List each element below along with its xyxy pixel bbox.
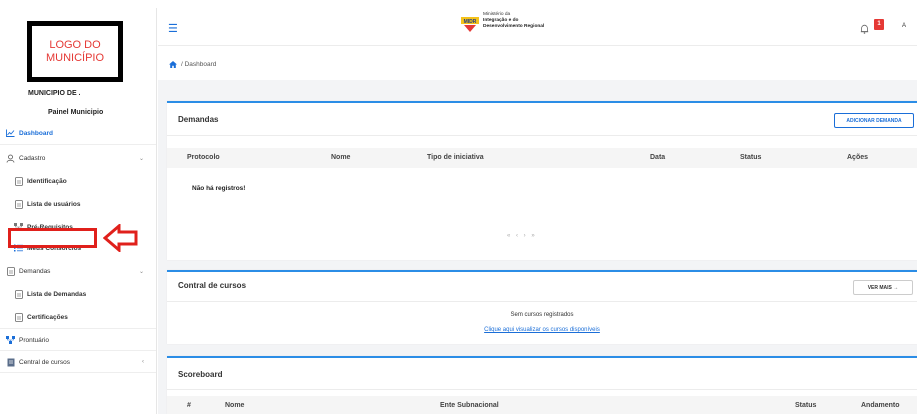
sidebar-item-label: Lista de Demandas bbox=[27, 290, 87, 298]
brand-line-3: Desenvolvimento Regional bbox=[483, 24, 545, 29]
empty-state-text: Não há registros! bbox=[192, 185, 246, 192]
sidebar-item-label: Certificações bbox=[27, 313, 68, 321]
column-header[interactable]: Status bbox=[740, 154, 761, 161]
annotation-highlight-box bbox=[8, 228, 97, 248]
view-courses-link[interactable]: Clique aqui visualizar os cursos disponí… bbox=[484, 327, 600, 333]
column-header[interactable]: Data bbox=[650, 154, 665, 161]
scoreboard-table-header: # Nome Ente Subnacional Status Andamento bbox=[167, 396, 917, 414]
ministry-brand: MIDR Ministério da Integração e do Desen… bbox=[460, 12, 544, 33]
scoreboard-card: Scoreboard # Nome Ente Subnacional Statu… bbox=[167, 356, 917, 414]
home-icon[interactable] bbox=[169, 60, 177, 68]
column-header[interactable]: Ente Subnacional bbox=[440, 402, 499, 409]
hamburger-menu-icon[interactable]: ☰ bbox=[168, 22, 178, 35]
sidebar-item-label: Identificação bbox=[27, 177, 67, 185]
municipality-logo: LOGO DO MUNICÍPIO bbox=[27, 21, 123, 82]
column-header[interactable]: Ações bbox=[847, 154, 868, 161]
bell-icon[interactable] bbox=[860, 21, 869, 39]
breadcrumb: / Dashboard bbox=[158, 48, 917, 80]
sidebar-item-certificacoes[interactable]: Certificações bbox=[0, 307, 156, 327]
arrow-left-icon bbox=[102, 222, 139, 254]
sidebar-item-lista-demandas[interactable]: Lista de Demandas bbox=[0, 284, 156, 304]
avatar[interactable]: A bbox=[897, 19, 911, 33]
book-icon bbox=[6, 358, 15, 367]
demandas-title: Demandas bbox=[178, 115, 219, 124]
nodes-icon bbox=[6, 336, 15, 345]
sidebar: LOGO DO MUNICÍPIO MUNICIPIO DE . Painel … bbox=[0, 8, 157, 414]
sidebar-item-identificacao[interactable]: Identificação bbox=[0, 171, 156, 191]
page: LOGO DO MUNICÍPIO MUNICIPIO DE . Painel … bbox=[0, 0, 917, 414]
demandas-card: Demandas ADICIONAR DEMANDA Protocolo Nom… bbox=[167, 101, 917, 260]
topbar: ☰ MIDR Ministério da Integração e do Des… bbox=[158, 8, 917, 46]
sidebar-item-lista-usuarios[interactable]: Lista de usuários bbox=[0, 194, 156, 214]
cursos-empty-text: Sem cursos registrados bbox=[510, 312, 574, 318]
sidebar-item-demandas[interactable]: Demandas ⌄ bbox=[0, 261, 156, 281]
sidebar-item-central-cursos[interactable]: Central de cursos ‹ bbox=[0, 352, 156, 372]
notification-badge[interactable]: 1 bbox=[874, 19, 884, 30]
municipality-name: MUNICIPIO DE . bbox=[28, 90, 81, 97]
demandas-table-header: Protocolo Nome Tipo de iniciativa Data S… bbox=[167, 148, 917, 168]
document-icon bbox=[14, 176, 23, 186]
column-header[interactable]: # bbox=[187, 402, 191, 409]
column-header[interactable]: Protocolo bbox=[187, 154, 220, 161]
chevron-down-icon: ⌄ bbox=[138, 155, 144, 162]
logo-text: LOGO DO MUNICÍPIO bbox=[45, 38, 105, 64]
scoreboard-title: Scoreboard bbox=[178, 370, 223, 379]
add-demand-button[interactable]: ADICIONAR DEMANDA bbox=[834, 113, 914, 128]
sidebar-item-prontuario[interactable]: Prontuário bbox=[0, 330, 156, 350]
document-icon bbox=[14, 199, 23, 209]
column-header[interactable]: Status bbox=[795, 402, 816, 409]
document-icon bbox=[6, 266, 15, 276]
document-icon bbox=[14, 312, 23, 322]
column-header[interactable]: Nome bbox=[331, 154, 350, 161]
cursos-title: Contral de cursos bbox=[178, 281, 247, 290]
sidebar-item-label: Lista de usuários bbox=[27, 200, 81, 208]
breadcrumb-text: / Dashboard bbox=[181, 60, 217, 68]
chevron-left-icon: ‹ bbox=[142, 359, 144, 365]
column-header[interactable]: Tipo de iniciativa bbox=[427, 154, 484, 161]
ministry-logo: MIDR bbox=[460, 17, 480, 33]
document-icon bbox=[14, 289, 23, 299]
chevron-down-icon: ⌄ bbox=[138, 268, 144, 275]
chart-line-icon bbox=[6, 129, 15, 138]
sidebar-item-label: Central de cursos bbox=[19, 358, 70, 366]
sidebar-item-label: Dashboard bbox=[19, 129, 53, 137]
cursos-card: Contral de cursos VER MAIS → Sem cursos … bbox=[167, 270, 917, 344]
sidebar-item-label: Cadastro bbox=[19, 154, 46, 162]
user-icon bbox=[6, 154, 15, 163]
column-header[interactable]: Nome bbox=[225, 402, 244, 409]
sidebar-item-label: Demandas bbox=[19, 267, 51, 275]
pagination[interactable]: « ‹ › » bbox=[507, 233, 537, 239]
see-more-button[interactable]: VER MAIS → bbox=[853, 280, 913, 295]
column-header[interactable]: Andamento bbox=[861, 402, 900, 409]
sidebar-item-dashboard[interactable]: Dashboard bbox=[0, 123, 156, 143]
sidebar-item-cadastro[interactable]: Cadastro ⌄ bbox=[0, 148, 156, 168]
panel-title: Painel Municipio bbox=[48, 109, 104, 116]
sidebar-item-label: Prontuário bbox=[19, 336, 49, 344]
brand-abbrev: MIDR bbox=[464, 19, 477, 25]
